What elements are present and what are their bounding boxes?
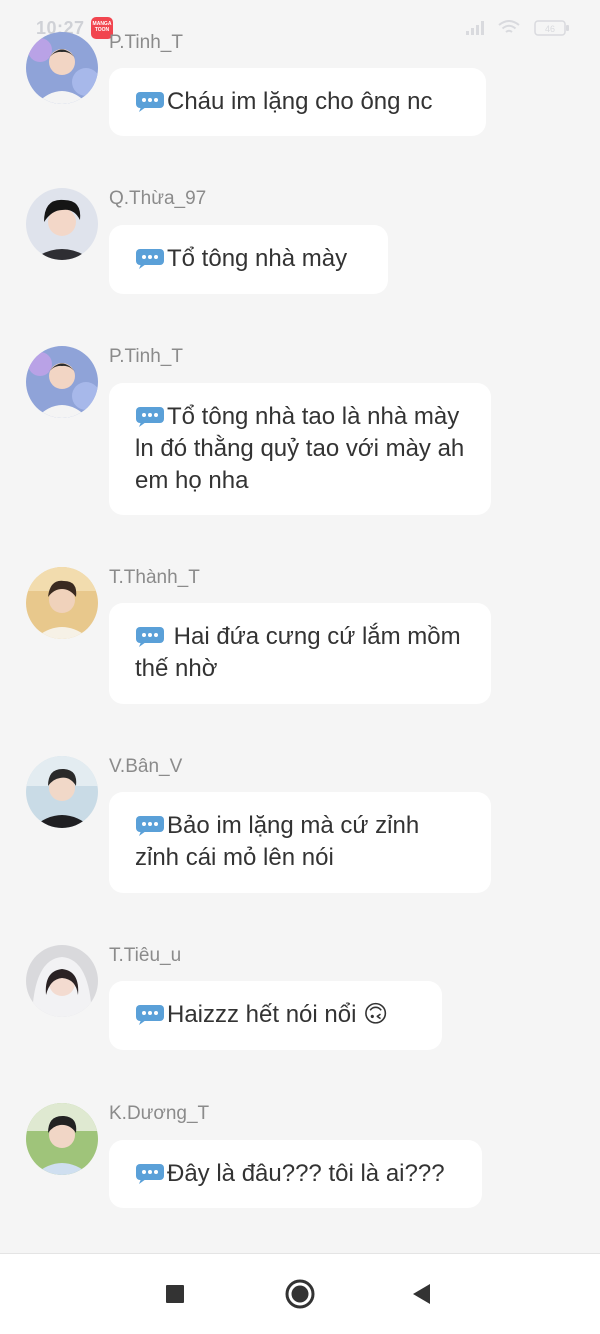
avatar[interactable] (26, 346, 98, 418)
message-bubble[interactable]: Cháu im lặng cho ông nc (109, 68, 486, 136)
sender-name: P.Tinh_T (109, 346, 183, 367)
speech-dots-icon (136, 407, 164, 427)
message-bubble[interactable]: Haizzz hết nói nổi 🙃 (109, 981, 442, 1050)
sender-name: P.Tinh_T (109, 32, 183, 53)
message-text: Hai đứa cưng cứ lắm mồm thế nhờ (135, 623, 461, 682)
message-text: Cháu im lặng cho ông nc (167, 88, 433, 115)
avatar[interactable] (26, 567, 98, 639)
system-nav-bar (0, 1253, 600, 1334)
speech-dots-icon (136, 816, 164, 836)
battery-icon: 46 (534, 20, 569, 36)
message-bubble[interactable]: Tổ tông nhà tao là nhà mày ln đó thằng q… (109, 383, 491, 515)
speech-dots-icon (136, 1005, 164, 1025)
sender-name: K.Dương_T (109, 1103, 210, 1124)
triangle-back-icon[interactable] (408, 1280, 436, 1308)
avatar[interactable] (26, 1103, 98, 1175)
circle-icon[interactable] (284, 1278, 316, 1310)
speech-dots-icon (136, 249, 164, 269)
message-bubble[interactable]: Đây là đâu??? tôi là ai??? (109, 1140, 482, 1208)
message-text: Haizzz hết nói nổi 🙃 (167, 1001, 389, 1028)
status-bar: 10:27 MANGA TOON 46 (0, 0, 600, 40)
message-bubble[interactable]: Bảo im lặng mà cứ zỉnh zỉnh cái mỏ lên n… (109, 792, 491, 893)
avatar[interactable] (26, 188, 98, 260)
square-icon[interactable] (161, 1280, 189, 1308)
message-text: Đây là đâu??? tôi là ai??? (167, 1160, 445, 1187)
speech-dots-icon (136, 92, 164, 112)
signal-icon (466, 21, 484, 35)
wifi-icon (498, 20, 520, 33)
message-text: Tổ tông nhà tao là nhà mày ln đó thằng q… (135, 403, 465, 494)
avatar[interactable] (26, 945, 98, 1017)
message-text: Bảo im lặng mà cứ zỉnh zỉnh cái mỏ lên n… (135, 812, 420, 871)
avatar[interactable] (26, 32, 98, 104)
sender-name: T.Thành_T (109, 567, 200, 588)
message-text: Tổ tông nhà mày (167, 245, 348, 272)
speech-dots-icon (136, 1164, 164, 1184)
svg-text:46: 46 (545, 24, 555, 34)
sender-name: V.Bân_V (109, 756, 183, 777)
message-bubble[interactable]: Tổ tông nhà mày (109, 225, 388, 294)
speech-dots-icon (136, 627, 164, 647)
avatar[interactable] (26, 756, 98, 828)
sender-name: Q.Thừa_97 (109, 188, 207, 209)
status-icons: 46 (466, 18, 570, 38)
sender-name: T.Tiêu_u (109, 945, 182, 966)
message-bubble[interactable]: Hai đứa cưng cứ lắm mồm thế nhờ (109, 603, 491, 704)
